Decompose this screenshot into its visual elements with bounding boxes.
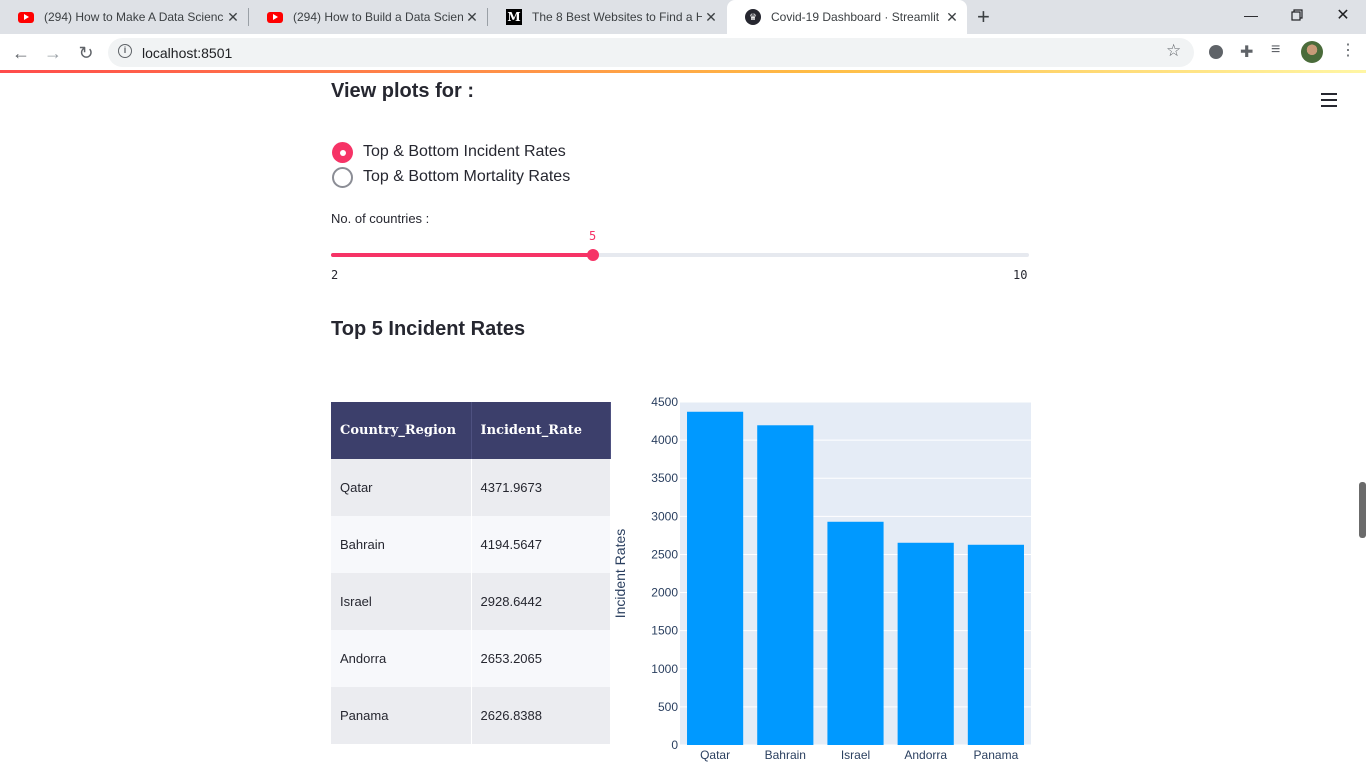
page-scrollbar-thumb[interactable] bbox=[1359, 482, 1366, 538]
media-queue-icon[interactable]: ≡ bbox=[1271, 41, 1280, 59]
slider-fill bbox=[331, 253, 593, 257]
bar bbox=[687, 411, 744, 745]
tab-title: (294) How to Make A Data Scienc bbox=[44, 10, 224, 24]
new-tab-button[interactable]: + bbox=[977, 4, 990, 30]
table-cell: 2626.8388 bbox=[471, 687, 612, 744]
y-tick-label: 2500 bbox=[651, 547, 678, 561]
table-cell: Israel bbox=[331, 573, 472, 630]
streamlit-crown-icon: ♛ bbox=[745, 9, 761, 25]
bar bbox=[757, 425, 814, 745]
y-tick-label: 3000 bbox=[651, 509, 678, 523]
slider-value: 5 bbox=[589, 229, 597, 243]
address-bar[interactable]: i localhost:8501 ☆ bbox=[108, 38, 1194, 67]
table-cell: 2653.2065 bbox=[471, 630, 612, 687]
y-tick-label: 4500 bbox=[651, 395, 678, 409]
tab-title: (294) How to Build a Data Scienc bbox=[293, 10, 463, 24]
radio-option[interactable]: Top & Bottom Mortality Rates bbox=[332, 166, 592, 188]
extension-circle-icon[interactable] bbox=[1209, 45, 1223, 59]
y-tick-label: 0 bbox=[671, 738, 678, 752]
browser-tab-active[interactable]: ♛ Covid-19 Dashboard · Streamlit ✕ bbox=[727, 0, 967, 34]
extensions-puzzle-icon[interactable]: ✚ bbox=[1240, 42, 1253, 62]
y-axis-label: Incident Rates bbox=[612, 529, 628, 619]
browser-tab[interactable]: (294) How to Build a Data Scienc ✕ bbox=[249, 0, 487, 34]
radio-unselected-icon[interactable] bbox=[332, 167, 353, 188]
slider-thumb[interactable] bbox=[587, 249, 599, 261]
x-tick-label: Israel bbox=[841, 748, 870, 762]
table-cell: 2928.6442 bbox=[471, 573, 612, 630]
chrome-menu-icon[interactable]: ⋮ bbox=[1340, 40, 1356, 60]
close-window-icon[interactable]: ✕ bbox=[1320, 0, 1366, 30]
back-icon[interactable]: ← bbox=[8, 40, 34, 66]
close-tab-icon[interactable]: ✕ bbox=[463, 9, 481, 26]
youtube-icon bbox=[18, 9, 34, 25]
column-header: Country_Region bbox=[331, 402, 472, 459]
bookmark-star-icon[interactable]: ☆ bbox=[1166, 41, 1181, 61]
medium-icon: M bbox=[506, 9, 522, 25]
table-cell: 4194.5647 bbox=[471, 516, 612, 573]
y-tick-label: 1500 bbox=[651, 624, 678, 638]
table-row: Andorra 2653.2065 bbox=[331, 630, 612, 687]
url-text[interactable]: localhost:8501 bbox=[142, 45, 232, 61]
table-row: Qatar 4371.9673 bbox=[331, 459, 612, 516]
minimize-icon[interactable]: — bbox=[1228, 0, 1274, 30]
info-icon[interactable]: i bbox=[118, 44, 132, 58]
slider-max: 10 bbox=[1013, 268, 1028, 282]
subheader: Top 5 Incident Rates bbox=[331, 318, 526, 340]
x-tick-label: Qatar bbox=[700, 748, 730, 762]
y-tick-label: 4000 bbox=[651, 433, 678, 447]
tab-title: The 8 Best Websites to Find a Ha bbox=[532, 10, 702, 24]
x-tick-label: Panama bbox=[974, 748, 1019, 762]
table-row: Bahrain 4194.5647 bbox=[331, 516, 612, 573]
streamlit-top-decoration bbox=[0, 70, 1366, 73]
browser-tab[interactable]: (294) How to Make A Data Scienc ✕ bbox=[0, 0, 248, 34]
close-tab-icon[interactable]: ✕ bbox=[702, 9, 720, 26]
section-heading: View plots for : bbox=[331, 80, 474, 102]
radio-label: Top & Bottom Mortality Rates bbox=[363, 168, 571, 185]
hamburger-menu-icon[interactable] bbox=[1321, 93, 1337, 107]
y-tick-label: 1000 bbox=[651, 662, 678, 676]
radio-label: Top & Bottom Incident Rates bbox=[363, 143, 566, 160]
column-header: Incident_Rate bbox=[471, 402, 612, 459]
browser-tab-strip: (294) How to Make A Data Scienc ✕ (294) … bbox=[0, 0, 1366, 34]
close-tab-icon[interactable]: ✕ bbox=[943, 9, 961, 26]
radio-selected-icon[interactable] bbox=[332, 142, 353, 163]
restore-icon[interactable] bbox=[1274, 0, 1320, 30]
tab-title: Covid-19 Dashboard · Streamlit bbox=[771, 10, 940, 24]
avatar[interactable] bbox=[1301, 41, 1323, 63]
table-cell: Bahrain bbox=[331, 516, 472, 573]
table-cell: Andorra bbox=[331, 630, 472, 687]
slider-label: No. of countries : bbox=[331, 211, 430, 226]
reload-icon[interactable]: ↻ bbox=[73, 40, 99, 66]
table-cell: Panama bbox=[331, 687, 472, 744]
y-tick-label: 2000 bbox=[651, 586, 678, 600]
bar bbox=[967, 544, 1024, 745]
close-tab-icon[interactable]: ✕ bbox=[224, 9, 242, 26]
browser-toolbar: ← → ↻ i localhost:8501 ☆ ✚ ≡ ⋮ bbox=[0, 34, 1366, 71]
youtube-icon bbox=[267, 9, 283, 25]
table-row: Israel 2928.6442 bbox=[331, 573, 612, 630]
forward-icon[interactable]: → bbox=[40, 40, 66, 66]
slider-track[interactable] bbox=[331, 249, 1029, 261]
table-cell: Qatar bbox=[331, 459, 472, 516]
table-cell: 4371.9673 bbox=[471, 459, 612, 516]
bar bbox=[897, 542, 954, 745]
bar bbox=[827, 521, 884, 745]
table-header-row: Country_Region Incident_Rate bbox=[331, 402, 612, 459]
x-tick-label: Bahrain bbox=[765, 748, 806, 762]
data-table: Country_Region Incident_Rate Qatar 4371.… bbox=[331, 402, 612, 744]
y-tick-label: 3500 bbox=[651, 471, 678, 485]
slider-min: 2 bbox=[331, 268, 339, 282]
x-tick-label: Andorra bbox=[904, 748, 947, 762]
y-tick-label: 500 bbox=[658, 700, 678, 714]
radio-option[interactable]: Top & Bottom Incident Rates bbox=[332, 141, 592, 163]
bar-chart: 0 500 1000 1500 2000 2500 3000 3500 4000 4500 Qata… bbox=[612, 395, 1031, 762]
table-row: Panama 2626.8388 bbox=[331, 687, 612, 744]
browser-tab[interactable]: M The 8 Best Websites to Find a Ha ✕ bbox=[488, 0, 726, 34]
